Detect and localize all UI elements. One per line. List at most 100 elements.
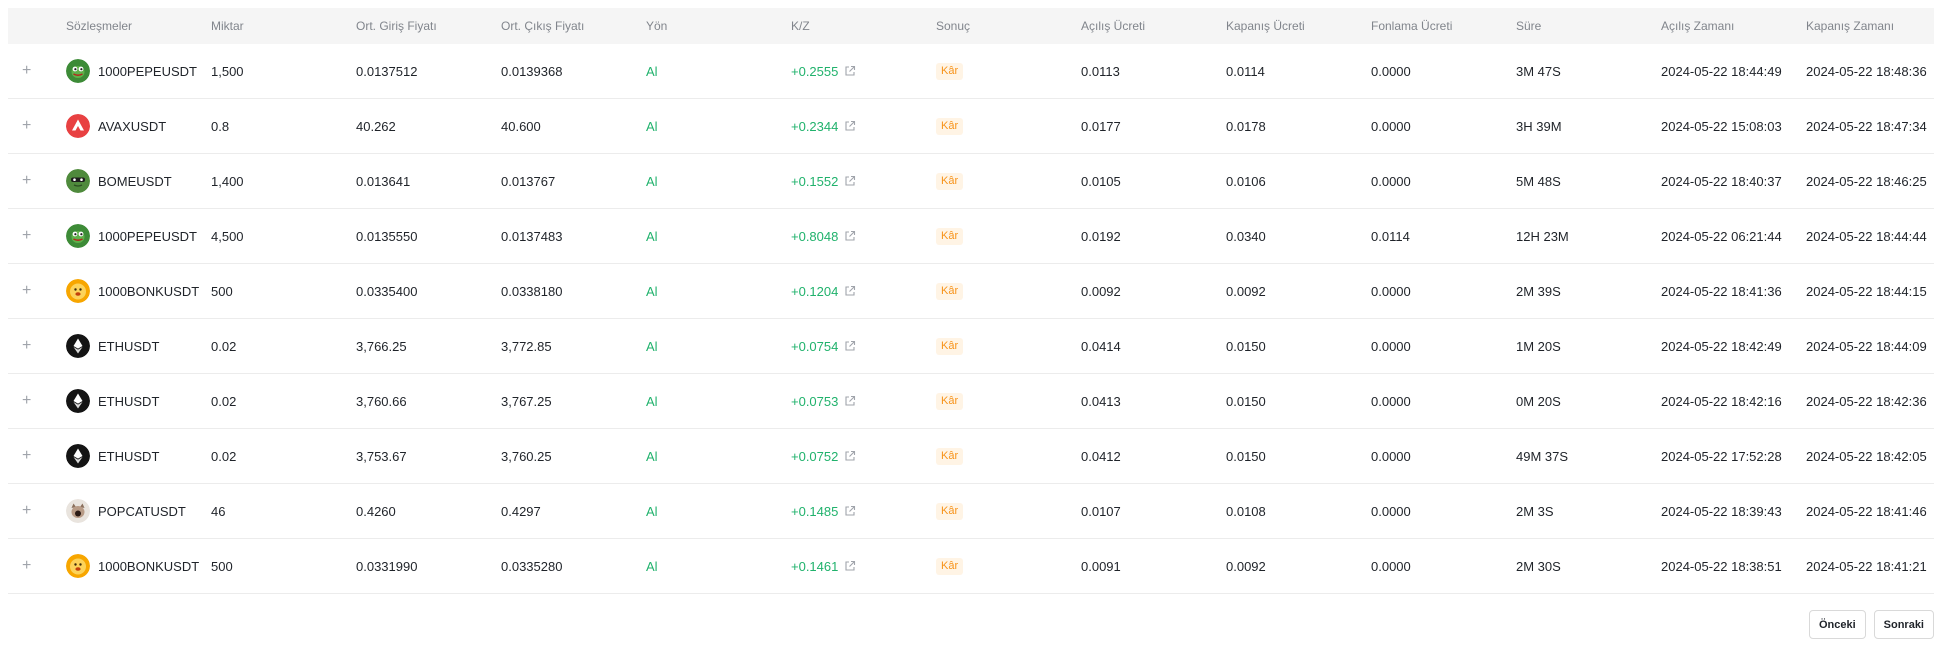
open-fee-cell: 0.0107 — [1081, 503, 1121, 519]
close-time-cell: 2024-05-22 18:41:46 — [1806, 503, 1927, 519]
side-cell: Al — [646, 283, 658, 299]
funding-fee-cell: 0.0000 — [1371, 338, 1411, 354]
duration-cell: 3H 39M — [1516, 118, 1562, 134]
duration-cell: 2M 3S — [1516, 503, 1554, 519]
close-fee-cell: 0.0106 — [1226, 173, 1266, 189]
table-row[interactable]: +1000BONKUSDT 500 0.0331990 0.0335280 Al +0.1… — [8, 539, 1934, 594]
share-external-link-icon[interactable] — [844, 65, 856, 77]
qty-cell: 1,500 — [211, 63, 244, 79]
close-time-cell: 2024-05-22 18:42:36 — [1806, 393, 1927, 409]
pepe-coin-icon — [66, 224, 90, 248]
expand-cell: + — [8, 283, 66, 299]
share-external-link-icon[interactable] — [844, 450, 856, 462]
symbol-name: POPCATUSDT — [98, 503, 186, 519]
header-open-fee: Açılış Ücreti — [1081, 19, 1146, 33]
share-external-link-icon[interactable] — [844, 340, 856, 352]
expand-cell: + — [8, 118, 66, 134]
close-fee-cell: 0.0092 — [1226, 283, 1266, 299]
open-fee-cell: 0.0091 — [1081, 558, 1121, 574]
close-time-cell: 2024-05-22 18:48:36 — [1806, 63, 1927, 79]
share-external-link-icon[interactable] — [844, 395, 856, 407]
header-exit-price: Ort. Çıkış Fiyatı — [501, 19, 585, 33]
side-cell: Al — [646, 173, 658, 189]
close-fee-cell: 0.0114 — [1226, 63, 1265, 79]
prev-page-button[interactable]: Önceki — [1808, 610, 1866, 639]
close-fee-cell: 0.0178 — [1226, 118, 1266, 134]
symbol-cell: ETHUSDT — [66, 444, 211, 468]
pnl-cell: +0.0752 — [791, 449, 936, 464]
expand-cell: + — [8, 228, 66, 244]
table-row[interactable]: +1000PEPEUSDT 1,500 0.0137512 0.0139368 Al +0… — [8, 44, 1934, 99]
entry-price-cell: 40.262 — [356, 118, 396, 134]
close-fee-cell: 0.0150 — [1226, 338, 1266, 354]
funding-fee-cell: 0.0000 — [1371, 393, 1411, 409]
open-time-cell: 2024-05-22 18:38:51 — [1661, 558, 1782, 574]
bonk-coin-icon — [66, 554, 90, 578]
duration-cell: 49M 37S — [1516, 448, 1569, 464]
result-badge: Kâr — [936, 393, 964, 410]
funding-fee-cell: 0.0000 — [1371, 448, 1411, 464]
funding-fee-cell: 0.0114 — [1371, 228, 1410, 244]
open-fee-cell: 0.0192 — [1081, 228, 1121, 244]
share-external-link-icon[interactable] — [844, 230, 856, 242]
expand-row-icon[interactable]: + — [22, 63, 31, 79]
share-external-link-icon[interactable] — [844, 175, 856, 187]
side-cell: Al — [646, 448, 658, 464]
symbol-cell: ETHUSDT — [66, 389, 211, 413]
share-external-link-icon[interactable] — [844, 120, 856, 132]
table-row[interactable]: + POPCATUSDT 46 0.4260 0.4297 Al +0.1485 Kâr 0.0… — [8, 484, 1934, 539]
symbol-name: BOMEUSDT — [98, 173, 172, 189]
expand-row-icon[interactable]: + — [22, 118, 31, 134]
symbol-name: ETHUSDT — [98, 393, 160, 409]
expand-row-icon[interactable]: + — [22, 283, 31, 299]
eth-coin-icon — [66, 334, 90, 358]
qty-cell: 4,500 — [211, 228, 244, 244]
expand-row-icon[interactable]: + — [22, 173, 31, 189]
table-row[interactable]: + ETHUSDT 0.02 3,753.67 3,760.25 Al +0.0752 Kâr… — [8, 429, 1934, 484]
expand-row-icon[interactable]: + — [22, 558, 31, 574]
symbol-cell: 1000PEPEUSDT — [66, 59, 211, 83]
eth-coin-icon — [66, 389, 90, 413]
share-external-link-icon[interactable] — [844, 560, 856, 572]
expand-cell: + — [8, 173, 66, 189]
open-fee-cell: 0.0414 — [1081, 338, 1121, 354]
side-cell: Al — [646, 228, 658, 244]
duration-cell: 3M 47S — [1516, 63, 1561, 79]
share-external-link-icon[interactable] — [844, 505, 856, 517]
expand-row-icon[interactable]: + — [22, 503, 31, 519]
qty-cell: 0.8 — [211, 118, 230, 134]
table-row[interactable]: + ETHUSDT 0.02 3,760.66 3,767.25 Al +0.0753 Kâr… — [8, 374, 1934, 429]
symbol-name: 1000PEPEUSDT — [98, 63, 197, 79]
pnl-value: +0.1552 — [791, 173, 839, 189]
close-time-cell: 2024-05-22 18:46:25 — [1806, 173, 1927, 189]
expand-row-icon[interactable]: + — [22, 228, 31, 244]
expand-cell: + — [8, 393, 66, 409]
pnl-cell: +0.1204 — [791, 284, 936, 299]
header-qty: Miktar — [211, 19, 244, 33]
table-row[interactable]: + BOMEUSDT 1,400 0.013641 0.013767 Al +0.1552 K… — [8, 154, 1934, 209]
exit-price-cell: 0.0139368 — [501, 63, 563, 79]
result-cell: Kâr — [936, 447, 1081, 465]
table-row[interactable]: + AVAXUSDT 0.8 40.262 40.600 Al +0.2344 Kâr 0.01… — [8, 99, 1934, 154]
table-row[interactable]: +1000PEPEUSDT 4,500 0.0135550 0.0137483 Al +0… — [8, 209, 1934, 264]
table-body: +1000PEPEUSDT 1,500 0.0137512 0.0139368 Al +0… — [8, 44, 1934, 594]
result-cell: Kâr — [936, 502, 1081, 520]
qty-cell: 46 — [211, 503, 226, 519]
open-fee-cell: 0.0092 — [1081, 283, 1121, 299]
exit-price-cell: 0.0137483 — [501, 228, 563, 244]
share-external-link-icon[interactable] — [844, 285, 856, 297]
exit-price-cell: 3,767.25 — [501, 393, 552, 409]
close-fee-cell: 0.0108 — [1226, 503, 1266, 519]
table-row[interactable]: + ETHUSDT 0.02 3,766.25 3,772.85 Al +0.0754 Kâr… — [8, 319, 1934, 374]
bonk-coin-icon — [66, 279, 90, 303]
result-cell: Kâr — [936, 337, 1081, 355]
entry-price-cell: 3,760.66 — [356, 393, 407, 409]
expand-row-icon[interactable]: + — [22, 393, 31, 409]
expand-row-icon[interactable]: + — [22, 448, 31, 464]
expand-row-icon[interactable]: + — [22, 338, 31, 354]
next-page-button[interactable]: Sonraki — [1873, 610, 1934, 639]
symbol-cell: 1000PEPEUSDT — [66, 224, 211, 248]
pnl-cell: +0.1485 — [791, 504, 936, 519]
table-row[interactable]: +1000BONKUSDT 500 0.0335400 0.0338180 Al +0.1… — [8, 264, 1934, 319]
symbol-cell: AVAXUSDT — [66, 114, 211, 138]
